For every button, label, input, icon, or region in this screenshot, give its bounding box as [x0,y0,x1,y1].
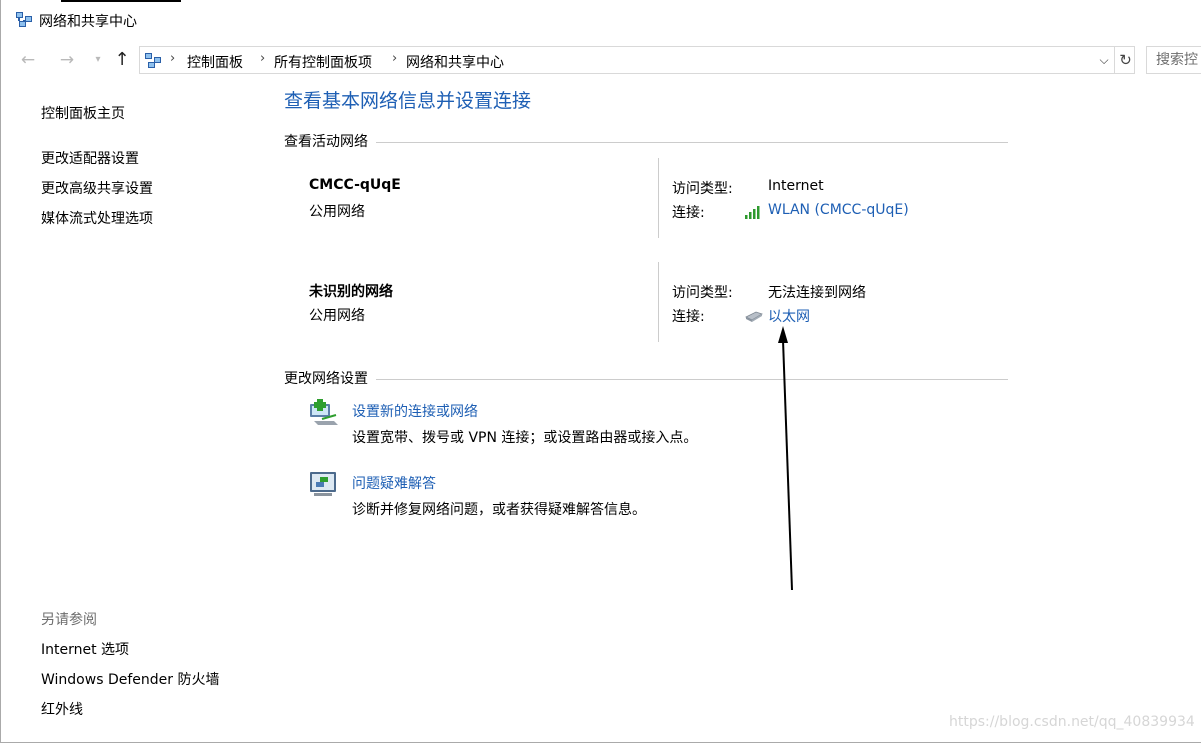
section-divider [376,142,1008,143]
troubleshoot-icon [310,472,336,496]
refresh-icon[interactable]: ↻ [1114,47,1136,73]
breadcrumb-separator-icon[interactable]: › [260,51,265,66]
sidebar-change-advanced-sharing[interactable]: 更改高级共享设置 [41,178,153,198]
wlan-connection-link[interactable]: WLAN (CMCC-qUqE) [768,202,909,218]
active-networks-heading: 查看活动网络 [284,131,374,151]
troubleshoot-link[interactable]: 问题疑难解答 [352,473,436,493]
access-type-label: 访问类型: [672,285,733,301]
sidebar-windows-defender-firewall[interactable]: Windows Defender 防火墙 [41,669,219,689]
ethernet-icon [745,311,763,322]
setup-new-connection-link[interactable]: 设置新的连接或网络 [352,401,478,421]
section-divider [376,379,1008,380]
change-settings-heading: 更改网络设置 [284,368,374,388]
access-type-value: Internet [768,178,824,194]
search-input[interactable] [1147,47,1201,73]
title-bar: 网络和共享中心 [1,0,1201,40]
breadcrumb-control-panel[interactable]: 控制面板 [187,52,243,72]
network-sharing-center-window: 网络和共享中心 ← → ▾ ↑ › 控制面板 › 所有控制面板项 › 网络和共享… [0,0,1201,743]
sidebar-change-adapter-settings[interactable]: 更改适配器设置 [41,148,139,168]
forward-arrow-icon[interactable]: → [56,48,78,72]
address-bar[interactable]: › 控制面板 › 所有控制面板项 › 网络和共享中心 ⌵ ↻ [139,46,1135,74]
network-type-link[interactable]: 公用网络 [309,305,365,325]
ethernet-connection-link[interactable]: 以太网 [768,306,810,326]
network-name: 未识别的网络 [309,284,393,300]
network-type-link[interactable]: 公用网络 [309,201,365,221]
network-column-divider [658,158,659,238]
up-arrow-icon[interactable]: ↑ [111,48,133,72]
access-type-label: 访问类型: [672,181,733,197]
search-box[interactable] [1146,46,1201,74]
connection-label: 连接: [672,309,705,325]
breadcrumb-network-center[interactable]: 网络和共享中心 [406,52,504,72]
see-also-heading: 另请参阅 [41,612,97,628]
network-center-icon [16,12,32,27]
network-column-divider [658,262,659,342]
recent-locations-chevron-icon[interactable]: ▾ [87,48,109,72]
main-content: 查看基本网络信息并设置连接 查看活动网络 CMCC-qUqE 公用网络 访问类型… [284,76,1024,736]
watermark: https://blog.csdn.net/qq_40839934 [949,714,1195,730]
breadcrumb-separator-icon[interactable]: › [392,51,397,66]
sidebar: 控制面板主页 更改适配器设置 更改高级共享设置 媒体流式处理选项 另请参阅 In… [1,76,261,736]
network-name: CMCC-qUqE [309,177,401,193]
breadcrumb-all-items[interactable]: 所有控制面板项 [274,52,372,72]
page-title: 查看基本网络信息并设置连接 [284,90,532,112]
back-arrow-icon[interactable]: ← [17,48,39,72]
network-center-icon [145,53,161,68]
sidebar-infrared[interactable]: 红外线 [41,699,83,719]
address-dropdown-icon[interactable]: ⌵ [1096,50,1112,70]
access-type-value: 无法连接到网络 [768,285,866,301]
sidebar-media-streaming-options[interactable]: 媒体流式处理选项 [41,208,153,228]
window-title: 网络和共享中心 [39,14,137,30]
wifi-signal-icon [745,206,760,219]
new-connection-icon [310,399,338,425]
connection-label: 连接: [672,205,705,221]
setup-new-connection-desc: 设置宽带、拨号或 VPN 连接；或设置路由器或接入点。 [352,430,698,446]
troubleshoot-desc: 诊断并修复网络问题，或者获得疑难解答信息。 [352,502,646,518]
breadcrumb-separator-icon[interactable]: › [170,51,175,66]
sidebar-control-panel-home[interactable]: 控制面板主页 [41,103,125,123]
navigation-bar: ← → ▾ ↑ › 控制面板 › 所有控制面板项 › 网络和共享中心 ⌵ ↻ [1,44,1201,76]
sidebar-internet-options[interactable]: Internet 选项 [41,639,129,659]
